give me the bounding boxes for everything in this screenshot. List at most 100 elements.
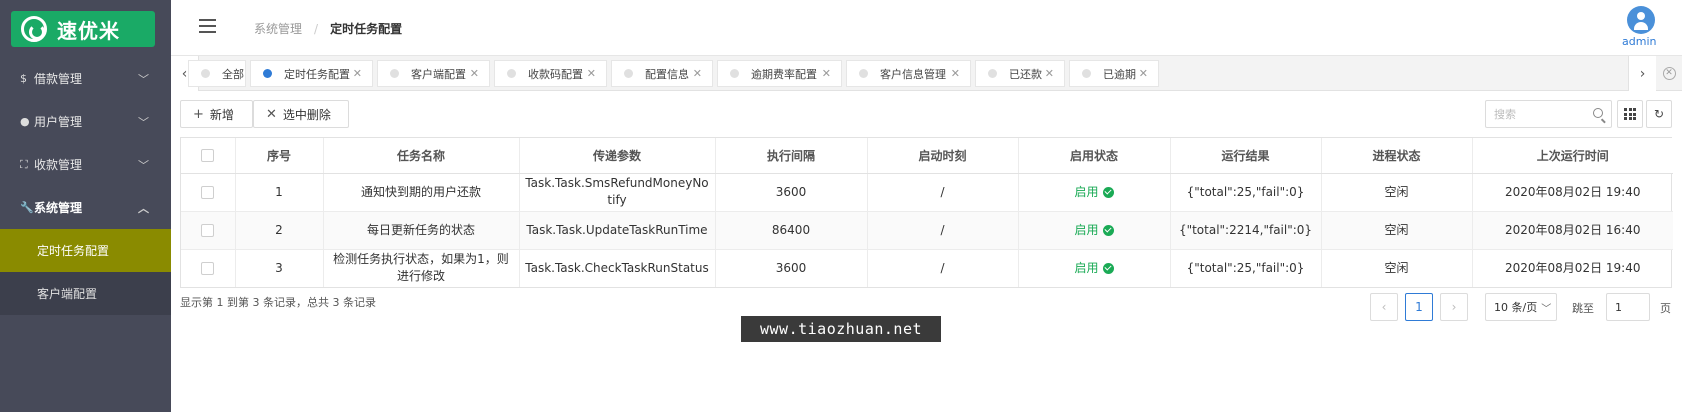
cell-process: 空闲 — [1321, 249, 1473, 287]
search-input[interactable] — [1486, 107, 1586, 121]
tab-qr-config[interactable]: 收款码配置 ✕ — [494, 60, 607, 87]
tab-dot-icon — [624, 69, 633, 78]
row-checkbox[interactable] — [201, 261, 215, 275]
tab-label: 全部 — [222, 67, 244, 81]
sidebar-item-label: 用户管理 — [34, 115, 83, 129]
cell-result: {"total":2214,"fail":0} — [1170, 211, 1322, 250]
breadcrumb-separator: / — [314, 22, 319, 36]
cell-no: 3 — [235, 249, 324, 287]
cell-status[interactable]: 启用 — [1018, 249, 1171, 287]
search-icon[interactable] — [1593, 108, 1603, 118]
row-checkbox[interactable] — [201, 185, 215, 199]
logo-icon — [21, 16, 47, 42]
refresh-icon: ↻ — [1653, 107, 1665, 121]
breadcrumb-current: 定时任务配置 — [330, 22, 403, 36]
sidebar: 速优米 $ 借款管理 ﹀ ● 用户管理 ﹀ ⛶ 收款管理 ﹀ 🔧 系统管理 ︿ … — [0, 0, 171, 412]
close-icon[interactable]: ✕ — [951, 67, 960, 80]
status-label: 启用 — [1074, 222, 1099, 237]
cell-status[interactable]: 启用 — [1018, 211, 1171, 250]
close-icon[interactable]: ✕ — [353, 67, 362, 80]
refresh-button[interactable]: ↻ — [1646, 100, 1672, 128]
add-button[interactable]: + 新增 — [180, 100, 253, 128]
column-header[interactable]: 上次运行时间 — [1472, 138, 1673, 174]
columns-toggle-button[interactable] — [1617, 100, 1643, 128]
cell-last-run: 2020年08月02日 19:40 — [1472, 173, 1673, 212]
close-all-tabs-icon[interactable]: ✕ — [1656, 56, 1682, 91]
close-icon[interactable]: ✕ — [1139, 67, 1148, 80]
top-bar: 系统管理 / 定时任务配置 admin — [171, 0, 1682, 56]
menu-toggle-icon[interactable] — [199, 19, 216, 33]
tab-dot-icon — [730, 69, 739, 78]
tabs-scroll-right-icon[interactable]: › — [1628, 56, 1656, 91]
page-size-value: 10 条/页 — [1494, 301, 1538, 314]
column-header[interactable]: 启动时刻 — [867, 138, 1019, 174]
delete-selected-button[interactable]: ✕ 选中删除 — [253, 100, 349, 128]
sidebar-item-users[interactable]: ● 用户管理 ﹀ — [0, 100, 171, 143]
cell-status[interactable]: 启用 — [1018, 173, 1171, 212]
cell-no: 2 — [235, 211, 324, 250]
table-header-row: 序号 任务名称 传递参数 执行间隔 启动时刻 启用状态 运行结果 进程状态 上次… — [181, 138, 1673, 174]
table-row[interactable]: 3 检测任务执行状态，如果为1，则进行修改 Task.Task.CheckTas… — [181, 249, 1673, 287]
close-icon[interactable]: ✕ — [470, 67, 479, 80]
tab-overdue[interactable]: 已逾期 ✕ — [1069, 60, 1159, 87]
tab-dot-icon — [859, 69, 868, 78]
page-size-select[interactable]: 10 条/页 ﹀ — [1485, 293, 1557, 321]
page-button-current[interactable]: 1 — [1405, 293, 1433, 321]
sidebar-subitem-client-config[interactable]: 客户端配置 — [0, 272, 171, 315]
check-circle-icon — [1102, 224, 1114, 236]
tab-repaid[interactable]: 已还款 ✕ — [975, 60, 1065, 87]
chevron-down-icon: ﹀ — [1541, 303, 1552, 315]
scan-icon: ⛶ — [20, 157, 28, 171]
column-header[interactable]: 运行结果 — [1170, 138, 1322, 174]
tab-dot-icon — [988, 69, 997, 78]
column-header[interactable]: 序号 — [235, 138, 324, 174]
jump-label: 跳至 — [1572, 302, 1594, 315]
task-table: 序号 任务名称 传递参数 执行间隔 启动时刻 启用状态 运行结果 进程状态 上次… — [180, 137, 1673, 288]
grid-icon — [1624, 108, 1636, 120]
close-icon[interactable]: ✕ — [822, 67, 831, 80]
column-header[interactable]: 传递参数 — [519, 138, 716, 174]
close-icon[interactable]: ✕ — [693, 67, 702, 80]
avatar[interactable] — [1627, 6, 1655, 34]
table-row[interactable]: 2 每日更新任务的状态 Task.Task.UpdateTaskRunTime … — [181, 211, 1673, 250]
sidebar-menu: $ 借款管理 ﹀ ● 用户管理 ﹀ ⛶ 收款管理 ﹀ 🔧 系统管理 ︿ 定时任务… — [0, 57, 171, 315]
tab-all[interactable]: 全部 — [188, 60, 246, 87]
jump-page-input[interactable] — [1606, 293, 1650, 321]
table-row[interactable]: 1 通知快到期的用户还款 Task.Task.SmsRefundMoneyNot… — [181, 173, 1673, 212]
next-page-button[interactable]: › — [1440, 293, 1468, 321]
wrench-icon: 🔧 — [20, 201, 34, 214]
search-box[interactable] — [1485, 100, 1612, 128]
tab-config-info[interactable]: 配置信息 ✕ — [611, 60, 713, 87]
column-header[interactable]: 进程状态 — [1321, 138, 1473, 174]
sidebar-subitem-scheduled-tasks[interactable]: 定时任务配置 — [0, 229, 171, 272]
select-all-checkbox[interactable] — [201, 149, 215, 163]
tab-label: 客户端配置 — [411, 67, 466, 81]
status-label: 启用 — [1074, 260, 1099, 275]
tab-client-config[interactable]: 客户端配置 ✕ — [377, 60, 490, 87]
column-header[interactable]: 执行间隔 — [715, 138, 868, 174]
sidebar-item-collections[interactable]: ⛶ 收款管理 ﹀ — [0, 143, 171, 186]
watermark: www.tiaozhuan.net — [741, 316, 941, 342]
close-icon[interactable]: ✕ — [587, 67, 596, 80]
breadcrumb-parent[interactable]: 系统管理 — [254, 22, 302, 36]
close-icon: ✕ — [266, 106, 277, 122]
tab-customer-info[interactable]: 客户信息管理 ✕ — [846, 60, 971, 87]
cell-interval: 3600 — [715, 173, 868, 212]
sidebar-item-system[interactable]: 🔧 系统管理 ︿ — [0, 186, 171, 229]
row-checkbox[interactable] — [201, 223, 215, 237]
column-header[interactable]: 任务名称 — [323, 138, 520, 174]
tab-scheduled-tasks[interactable]: 定时任务配置 ✕ — [250, 60, 373, 87]
dollar-icon: $ — [20, 72, 27, 85]
tab-overdue-rate[interactable]: 逾期费率配置 ✕ — [717, 60, 842, 87]
cell-last-run: 2020年08月02日 16:40 — [1472, 211, 1673, 250]
brand-logo[interactable]: 速优米 — [11, 11, 155, 47]
sidebar-item-label: 收款管理 — [34, 158, 83, 172]
select-all-cell[interactable] — [181, 138, 236, 174]
cell-start-time: / — [867, 211, 1019, 250]
close-icon[interactable]: ✕ — [1045, 67, 1054, 80]
column-header[interactable]: 启用状态 — [1018, 138, 1171, 174]
tab-label: 配置信息 — [645, 67, 689, 81]
username[interactable]: admin — [1622, 35, 1656, 48]
prev-page-button[interactable]: ‹ — [1370, 293, 1398, 321]
sidebar-item-loans[interactable]: $ 借款管理 ﹀ — [0, 57, 171, 100]
